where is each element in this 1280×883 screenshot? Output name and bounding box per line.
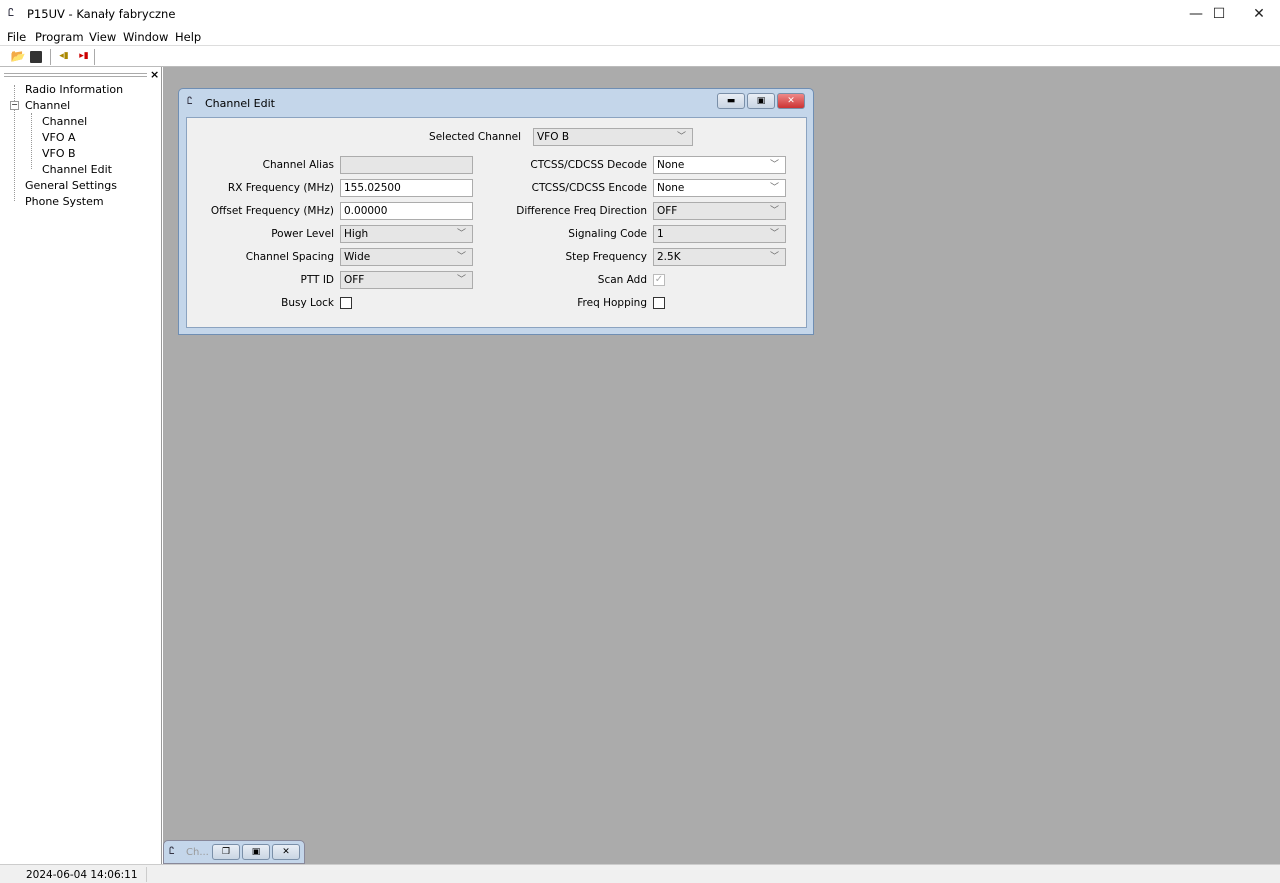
status-bar: 2024-06-04 14:06:11 [0, 864, 1280, 883]
power-level-label: Power Level [271, 228, 334, 240]
write-to-radio-icon[interactable]: ▸▮ [76, 49, 92, 64]
window-icon: Ꮭ [169, 846, 175, 857]
busy-lock-label: Busy Lock [281, 297, 334, 309]
tree-line [31, 113, 32, 169]
panel-close-button[interactable]: × [150, 68, 159, 81]
step-frequency-label: Step Frequency [565, 251, 648, 263]
menu-program[interactable]: Program [35, 30, 84, 44]
window-icon: Ꮭ [187, 96, 193, 107]
chevron-down-icon: ﹀ [769, 206, 779, 216]
scan-add-checkbox[interactable]: ✓ [653, 274, 665, 286]
freq-hopping-checkbox[interactable] [653, 297, 665, 309]
minimized-title: Ch... [186, 847, 209, 858]
close-button[interactable]: ✕ [272, 844, 300, 860]
ctcss-cdcss-decode-value: None [657, 159, 685, 171]
freq-hopping-label: Freq Hopping [577, 297, 647, 309]
open-folder-icon[interactable]: 📂 [10, 49, 26, 64]
ptt-id-label: PTT ID [300, 274, 335, 286]
channel-alias-label: Channel Alias [262, 159, 334, 171]
channel-spacing-value: Wide [344, 251, 371, 263]
difference-freq-direction-label: Difference Freq Direction [516, 205, 647, 217]
tree-item-general-settings[interactable]: General Settings [25, 179, 117, 192]
save-icon[interactable] [30, 51, 42, 63]
selected-channel-select[interactable]: VFO B ﹀ [533, 128, 693, 146]
chevron-down-icon: ﹀ [769, 252, 779, 262]
ctcss-cdcss-encode-select[interactable]: None ﹀ [653, 179, 786, 197]
child-maximize-button[interactable]: ▣ [747, 93, 775, 109]
restore-button[interactable]: ❐ [212, 844, 240, 860]
close-button[interactable]: ✕ [1236, 0, 1280, 28]
offset-frequency-mhz-value: 0.00000 [344, 205, 388, 217]
tree-item-channel-edit[interactable]: Channel Edit [42, 163, 112, 176]
status-datetime: 2024-06-04 14:06:11 [26, 869, 138, 881]
toolbar: 📂 ◂▮ ▸▮ [0, 45, 1280, 67]
child-close-button[interactable]: ✕ [777, 93, 805, 109]
toolbar-separator [94, 49, 95, 65]
offset-frequency-mhz-label: Offset Frequency (MHz) [210, 205, 334, 217]
read-from-radio-icon[interactable]: ◂▮ [56, 49, 72, 64]
menu-window[interactable]: Window [123, 30, 168, 44]
ctcss-cdcss-encode-label: CTCSS/CDCSS Encode [531, 182, 647, 194]
tree-item-phone-system[interactable]: Phone System [25, 195, 104, 208]
tree-item-vfo-b[interactable]: VFO B [42, 147, 76, 160]
selected-channel-label: Selected Channel [429, 131, 521, 143]
channel-spacing-label: Channel Spacing [245, 251, 334, 263]
ctcss-cdcss-encode-value: None [657, 182, 685, 194]
signaling-code-label: Signaling Code [568, 228, 647, 240]
menu-view[interactable]: View [89, 30, 116, 44]
tree-item-channel[interactable]: Channel [25, 99, 70, 112]
menu-bar: File Program View Window Help [0, 28, 1280, 45]
step-frequency-value: 2.5K [657, 251, 681, 263]
toolbar-separator [50, 49, 51, 65]
difference-freq-direction-select[interactable]: OFF ﹀ [653, 202, 786, 220]
app-icon: Ꮭ [8, 6, 15, 19]
window-title: Channel Edit [205, 97, 275, 110]
signaling-code-select[interactable]: 1 ﹀ [653, 225, 786, 243]
step-frequency-select[interactable]: 2.5K ﹀ [653, 248, 786, 266]
power-level-value: High [344, 228, 369, 240]
selected-channel-value: VFO B [537, 131, 570, 143]
status-divider [146, 867, 147, 882]
child-minimize-button[interactable]: ▬ [717, 93, 745, 109]
tree-item-vfo-a[interactable]: VFO A [42, 131, 76, 144]
difference-freq-direction-value: OFF [657, 205, 678, 217]
channel-edit-form: Selected Channel VFO B ﹀ Channel Alias RX … [186, 117, 807, 328]
ptt-id-value: OFF [344, 274, 365, 286]
scan-add-label: Scan Add [597, 274, 647, 286]
chevron-down-icon: ﹀ [769, 229, 779, 239]
signaling-code-value: 1 [657, 228, 664, 240]
channel-edit-window: Ꮭ Channel Edit ▬ ▣ ✕ Selected Channel VF… [178, 88, 814, 335]
maximize-button[interactable]: ▣ [242, 844, 270, 860]
chevron-down-icon: ﹀ [769, 160, 779, 170]
title-bar: Ꮭ P15UV - Kanały fabryczne — ☐ ✕ [0, 0, 1280, 28]
window-title: P15UV - Kanały fabryczne [27, 7, 176, 21]
menu-file[interactable]: File [7, 30, 26, 44]
chevron-down-icon: ﹀ [769, 183, 779, 193]
chevron-down-icon: ﹀ [676, 132, 686, 142]
ctcss-cdcss-decode-label: CTCSS/CDCSS Decode [530, 159, 647, 171]
tree-item-radio-information[interactable]: Radio Information [25, 83, 123, 96]
collapse-icon[interactable]: − [10, 101, 19, 110]
panel-grip[interactable] [4, 73, 147, 77]
ctcss-cdcss-decode-select[interactable]: None ﹀ [653, 156, 786, 174]
busy-lock-checkbox[interactable] [340, 297, 352, 309]
minimized-window[interactable]: Ꮭ Ch... ❐ ▣ ✕ [163, 840, 305, 864]
menu-help[interactable]: Help [175, 30, 201, 44]
tree-item-channel-list[interactable]: Channel [42, 115, 87, 128]
rx-frequency-mhz-value: 155.02500 [344, 182, 401, 194]
rx-frequency-mhz-label: RX Frequency (MHz) [227, 182, 334, 194]
